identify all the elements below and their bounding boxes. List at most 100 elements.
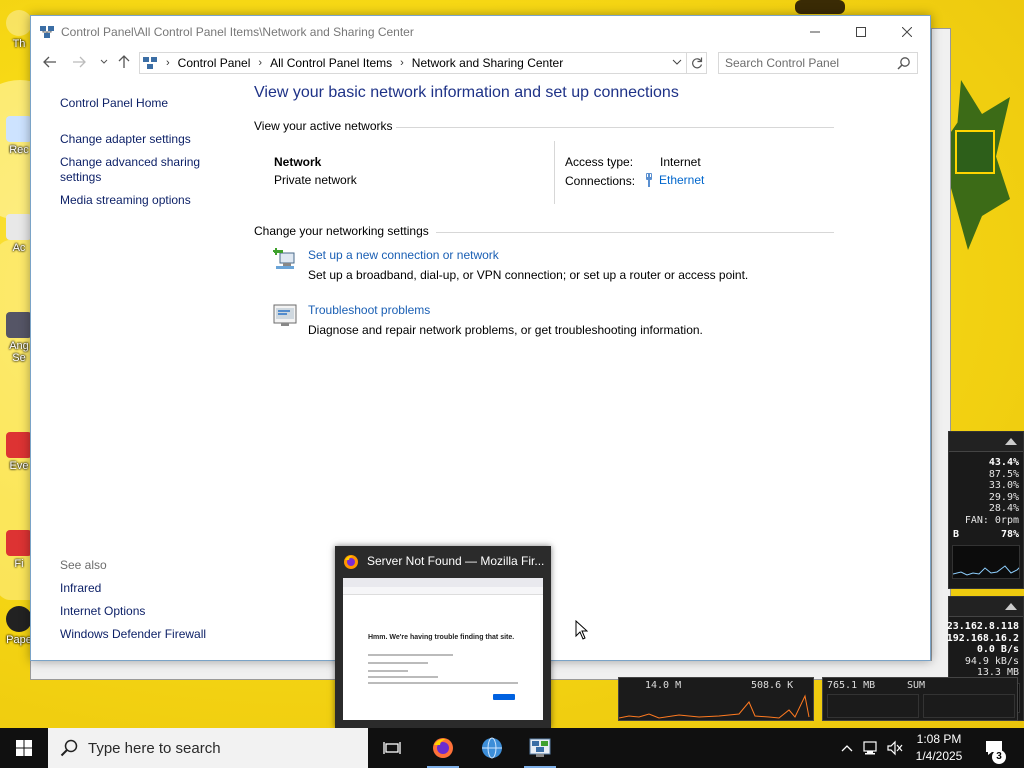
mouse-cursor-icon xyxy=(575,620,588,640)
see-also-heading: See also xyxy=(60,558,107,572)
access-type-label: Access type: xyxy=(565,155,634,169)
desktop-icon-label: Ac xyxy=(12,242,26,254)
section-divider xyxy=(436,232,834,233)
disk-value: 765.1 MB xyxy=(827,680,876,691)
refresh-icon xyxy=(691,57,702,69)
widget-header xyxy=(949,432,1023,452)
breadcrumb-control-panel[interactable]: Control Panel xyxy=(178,56,251,70)
maximize-icon xyxy=(856,26,866,37)
active-networks-heading: View your active networks xyxy=(254,119,393,133)
change-adapter-settings-link[interactable]: Change adapter settings xyxy=(60,132,191,147)
search-input[interactable] xyxy=(719,56,889,70)
sum-label: SUM xyxy=(907,680,926,691)
network-category-link[interactable]: Private network xyxy=(274,173,357,187)
thumbnail-try-again-button xyxy=(493,694,515,700)
taskbar-search-box[interactable] xyxy=(48,728,368,768)
address-bar[interactable]: › Control Panel › All Control Panel Item… xyxy=(139,52,687,74)
forward-button[interactable] xyxy=(68,51,90,73)
close-button[interactable] xyxy=(884,16,930,47)
address-dropdown-icon[interactable] xyxy=(672,57,682,68)
wallpaper-shape xyxy=(955,130,995,174)
mem-percent: 78% xyxy=(1000,529,1019,540)
maximize-button[interactable] xyxy=(838,16,884,47)
windows-logo-icon xyxy=(16,740,32,756)
search-box[interactable] xyxy=(718,52,918,74)
see-also-infrared-link[interactable]: Infrared xyxy=(60,581,101,596)
control-panel-icon xyxy=(529,738,551,757)
change-advanced-sharing-link[interactable]: Change advanced sharing xyxy=(60,155,200,170)
wallpaper-shape xyxy=(795,0,845,14)
troubleshoot-link[interactable]: Troubleshoot problems xyxy=(308,303,430,317)
task-view-button[interactable] xyxy=(368,728,416,768)
app-taskbar-button[interactable] xyxy=(468,728,516,768)
search-icon[interactable] xyxy=(897,56,911,70)
change-settings-heading: Change your networking settings xyxy=(254,224,429,238)
control-panel-icon xyxy=(143,57,157,69)
notification-count-badge: 3 xyxy=(992,750,1006,764)
network-tray-button[interactable] xyxy=(860,728,882,768)
clock-time: 1:08 PM xyxy=(916,732,962,746)
control-panel-home-link[interactable]: Control Panel Home xyxy=(60,96,168,111)
network-status-icon xyxy=(863,741,877,755)
network-setup-icon xyxy=(273,248,295,269)
cpu-monitor-widget: 43.4% 87.5% 33.0% 29.9% 28.4% FAN: 0rpm … xyxy=(948,431,1024,589)
firefox-icon xyxy=(433,738,453,758)
chevron-down-icon xyxy=(100,59,108,64)
cpu-core: 29.9% xyxy=(988,491,1019,503)
thumbnail-tabbar xyxy=(343,578,543,587)
breadcrumb-all-items[interactable]: All Control Panel Items xyxy=(270,56,392,70)
thumbnail-text-line xyxy=(368,654,453,656)
ethernet-connection-link[interactable]: Ethernet xyxy=(643,172,704,188)
breadcrumb-network-sharing[interactable]: Network and Sharing Center xyxy=(412,56,563,70)
traffic-graph-line xyxy=(619,694,810,719)
thumbnail-toolbar xyxy=(343,587,543,595)
desktop-icon-label: Pape xyxy=(6,634,32,646)
traffic-value: 508.6 K xyxy=(751,680,794,691)
show-hidden-icons-button[interactable] xyxy=(838,728,856,768)
control-panel-icon xyxy=(40,25,54,38)
chevron-right-icon[interactable]: › xyxy=(258,57,262,69)
up-button[interactable] xyxy=(113,51,135,73)
title-bar[interactable]: Control Panel\All Control Panel Items\Ne… xyxy=(31,16,930,47)
thumbnail-text-line xyxy=(368,662,428,664)
desktop-icon-label: Rec xyxy=(9,144,29,156)
desktop-icon-label: Se xyxy=(12,352,26,364)
system-clock[interactable]: 1:08 PM 1/4/2025 xyxy=(908,731,970,765)
desktop-icon-label: Th xyxy=(12,38,26,50)
setup-connection-link[interactable]: Set up a new connection or network xyxy=(308,248,499,262)
cpu-core: 33.0% xyxy=(988,480,1019,491)
preview-title: Server Not Found — Mozilla Fir... xyxy=(367,554,545,568)
ethernet-label[interactable]: Ethernet xyxy=(659,173,704,187)
up-arrow-icon xyxy=(118,55,130,68)
firefox-taskbar-preview[interactable]: Server Not Found — Mozilla Fir... Hmm. W… xyxy=(335,546,551,728)
thumbnail-text-line xyxy=(368,676,438,678)
media-streaming-link[interactable]: Media streaming options xyxy=(60,193,191,208)
traffic-strip: 14.0 M 508.6 K xyxy=(618,677,814,721)
chevron-up-icon xyxy=(841,745,853,752)
volume-tray-button[interactable] xyxy=(884,728,906,768)
taskbar-search-input[interactable] xyxy=(88,739,348,757)
public-ip: 23.162.8.118 xyxy=(946,621,1019,632)
start-button[interactable] xyxy=(0,728,48,768)
preview-error-message: Hmm. We're having trouble finding that s… xyxy=(368,634,515,641)
desktop-icon-label: Fi xyxy=(14,558,24,570)
disk-graph xyxy=(923,694,1015,718)
preview-thumbnail[interactable]: Hmm. We're having trouble finding that s… xyxy=(343,578,543,720)
change-advanced-sharing-link[interactable]: settings xyxy=(60,170,101,185)
cpu-core: 28.4% xyxy=(988,503,1019,514)
back-button[interactable] xyxy=(39,51,61,73)
see-also-firewall-link[interactable]: Windows Defender Firewall xyxy=(60,627,206,642)
chevron-right-icon[interactable]: › xyxy=(166,57,170,69)
see-also-internet-options-link[interactable]: Internet Options xyxy=(60,604,145,619)
collapse-arrow-icon[interactable] xyxy=(1005,603,1017,610)
traffic-value: 14.0 M xyxy=(645,680,682,691)
refresh-button[interactable] xyxy=(687,52,707,74)
chevron-right-icon[interactable]: › xyxy=(400,57,404,69)
collapse-arrow-icon[interactable] xyxy=(1005,438,1017,445)
minimize-button[interactable] xyxy=(792,16,838,47)
control-panel-taskbar-button[interactable] xyxy=(516,728,564,768)
volume-muted-icon xyxy=(887,740,903,756)
firefox-taskbar-button[interactable] xyxy=(419,728,467,768)
cpu-graph xyxy=(952,544,1020,579)
recent-locations-button[interactable] xyxy=(93,51,115,73)
